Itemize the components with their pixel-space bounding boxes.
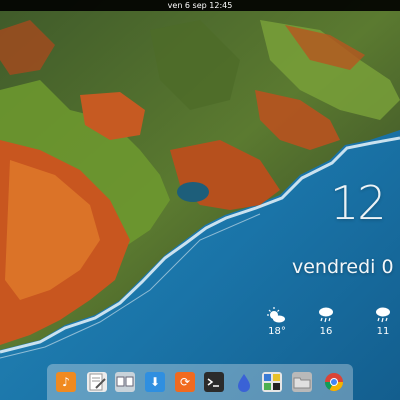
rain-cloud-icon (376, 307, 390, 323)
forecast-day-1: 18° (262, 305, 292, 337)
forecast-temp: 16 (319, 326, 333, 337)
clock-time: 12 (330, 176, 387, 230)
chrome-icon (325, 373, 343, 392)
forecast-temp: 11 (376, 326, 390, 337)
rain-cloud-icon (319, 307, 333, 323)
windows-icon (116, 376, 134, 387)
forecast-day-2: 16 (311, 305, 341, 337)
folder-icon (293, 377, 311, 389)
clock-date: vendredi 0 (292, 256, 394, 278)
forecast-day-3: 11 (368, 305, 398, 337)
top-panel: ven 6 sep 12:45 (0, 0, 400, 11)
text-editor-app-launcher[interactable] (87, 372, 107, 392)
download-arrow-icon: ⬇ (149, 375, 161, 389)
music-note-icon: ♪ (62, 375, 70, 389)
terminal-app-launcher[interactable] (204, 372, 224, 392)
partly-sunny-icon (267, 307, 285, 323)
browser-app-launcher[interactable] (324, 372, 344, 392)
ink-app-launcher[interactable] (234, 372, 254, 392)
update-app-launcher[interactable]: ⟳ (175, 372, 195, 392)
window-switcher-app-launcher[interactable] (115, 372, 135, 392)
sync-icon: ⟳ (179, 375, 191, 389)
files-app-launcher[interactable] (292, 372, 312, 392)
forecast-temp: 18° (268, 326, 286, 337)
music-app-launcher[interactable]: ♪ (56, 372, 76, 392)
downloader-app-launcher[interactable]: ⬇ (145, 372, 165, 392)
settings-app-launcher[interactable] (262, 372, 282, 392)
tiles-icon (264, 374, 280, 390)
terminal-icon (207, 378, 219, 387)
panel-datetime[interactable]: ven 6 sep 12:45 (168, 1, 233, 10)
drop-icon (238, 374, 250, 392)
pencil-doc-icon (89, 373, 106, 391)
